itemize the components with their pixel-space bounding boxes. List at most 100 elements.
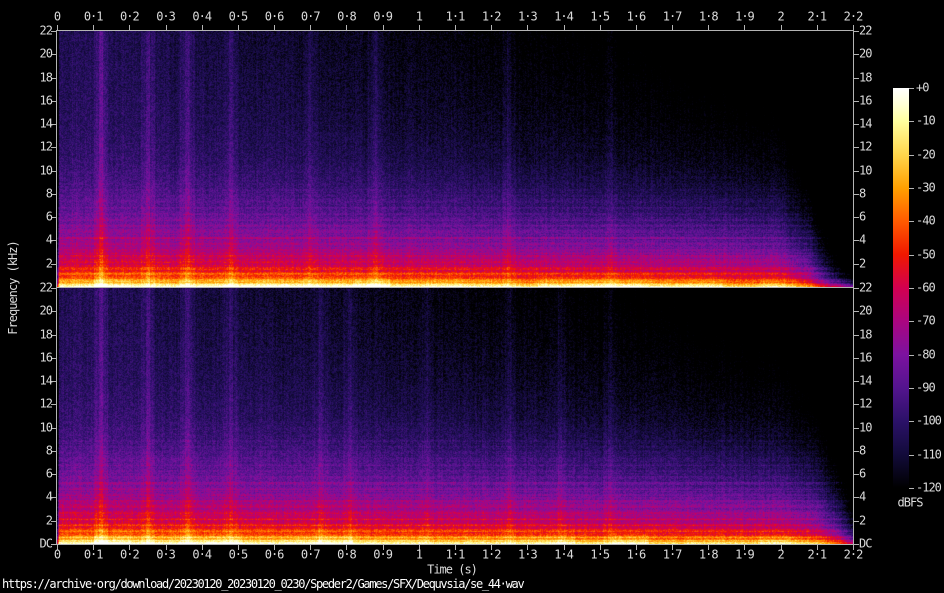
- colorbar-tick-label: -100: [916, 413, 942, 428]
- time-tick-label: 0·6: [264, 547, 285, 562]
- freq-tick-label: 22: [39, 23, 53, 38]
- time-tick-label: 0·5: [228, 547, 249, 562]
- freq-tick-label: 16: [39, 93, 53, 108]
- colorbar-tick-label: -10: [916, 113, 936, 128]
- freq-tick-label: 8: [45, 443, 53, 458]
- axis-top: [56, 30, 854, 31]
- time-tick: [635, 25, 637, 30]
- time-tick: [201, 25, 203, 30]
- freq-tick-label: 6: [859, 466, 866, 481]
- time-tick-label: 0·6: [264, 9, 285, 24]
- freq-tick-label: 20: [859, 46, 872, 61]
- time-tick: [455, 25, 456, 30]
- time-tick: [57, 25, 58, 30]
- freq-tick-label: 4: [859, 232, 866, 247]
- time-tick-label: 0·8: [337, 9, 357, 24]
- spectrogram-right-channel: [57, 288, 853, 544]
- time-tick-label: 1·9: [735, 547, 755, 562]
- frequency-axis-label: Frequency (kHz): [6, 241, 20, 335]
- time-tick-label: 0·9: [373, 547, 393, 562]
- freq-tick-label: 18: [39, 327, 53, 342]
- freq-tick-label: 2: [859, 513, 866, 528]
- freq-tick-label: 14: [859, 116, 872, 131]
- time-tick-label: 1·2: [481, 9, 502, 24]
- colorbar-tick: [909, 188, 914, 189]
- colorbar-tick: [909, 488, 914, 489]
- time-tick: [129, 25, 131, 30]
- freq-tick-label: 6: [45, 466, 53, 481]
- freq-tick-label: 2: [45, 513, 53, 528]
- freq-tick-label: 2: [45, 256, 53, 271]
- freq-tick-label: DC: [39, 536, 53, 551]
- time-tick-label: 1·5: [590, 9, 610, 24]
- time-axis-label: Time (s): [427, 562, 478, 577]
- colorbar-tick: [909, 288, 914, 289]
- freq-tick-label: 20: [859, 303, 872, 318]
- time-tick-label: 0: [53, 9, 61, 24]
- colorbar-tick: [909, 221, 914, 222]
- colorbar-tick: [909, 155, 914, 156]
- colorbar-tick-label: -30: [916, 180, 936, 195]
- colorbar-tick: [909, 255, 914, 256]
- time-tick-label: 1·7: [662, 9, 683, 24]
- freq-tick-label: 20: [39, 303, 53, 318]
- time-tick-label: 1·7: [662, 547, 683, 562]
- colorbar-tick: [909, 321, 914, 322]
- time-tick: [165, 25, 167, 30]
- freq-tick-label: 18: [39, 70, 53, 85]
- time-tick-label: 1·1: [445, 9, 466, 24]
- time-tick: [93, 25, 95, 30]
- freq-tick-label: 16: [859, 93, 872, 108]
- time-tick-label: 0·4: [192, 9, 212, 24]
- time-tick-label: 1·6: [626, 9, 647, 24]
- colorbar-tick-label: -40: [916, 213, 936, 228]
- colorbar-tick: [909, 355, 914, 356]
- time-tick: [274, 25, 276, 30]
- time-tick: [599, 25, 601, 30]
- time-tick-label: 0·8: [337, 547, 357, 562]
- spectrogram-figure: Frequency (kHz) 0 0 0·1 0·1 0·2 0·2 0·3 0·3 0·4 0…: [0, 0, 944, 593]
- colorbar-tick: [909, 455, 914, 456]
- time-tick-label: 0·1: [83, 547, 104, 562]
- time-tick-label: 2·1: [807, 547, 827, 562]
- time-tick: [527, 25, 529, 30]
- freq-tick-label: 12: [39, 396, 53, 411]
- freq-tick-label: 12: [859, 396, 872, 411]
- freq-tick-label: 22: [859, 23, 872, 38]
- freq-tick-label: 16: [39, 350, 53, 365]
- colorbar-tick: [909, 88, 914, 89]
- colorbar-tick-label: -110: [916, 447, 942, 462]
- freq-tick-label: 2: [859, 256, 866, 271]
- freq-tick-label: 18: [859, 327, 872, 342]
- freq-tick-label: 14: [859, 373, 872, 388]
- time-tick: [672, 25, 674, 30]
- time-tick: [708, 25, 710, 30]
- freq-tick-label: 18: [859, 70, 872, 85]
- colorbar-tick-label: -60: [916, 280, 936, 295]
- time-tick-label: 0·3: [156, 9, 176, 24]
- time-tick-label: 0·4: [192, 547, 212, 562]
- freq-tick-label: 10: [39, 420, 53, 435]
- time-tick-label: 1·5: [590, 547, 610, 562]
- time-tick-label: 1·4: [554, 547, 574, 562]
- time-tick-label: 0·7: [300, 9, 321, 24]
- time-tick-label: 1·4: [554, 9, 574, 24]
- colorbar-tick: [909, 421, 914, 422]
- time-tick-label: 0·3: [156, 547, 176, 562]
- time-tick: [237, 25, 239, 30]
- freq-tick-label: 4: [45, 232, 53, 247]
- freq-tick-label: 20: [39, 46, 53, 61]
- time-tick-label: 2·1: [807, 9, 827, 24]
- freq-tick-label: 22: [39, 280, 53, 295]
- time-tick-label: 1·1: [445, 547, 466, 562]
- freq-tick-label: 10: [39, 163, 53, 178]
- time-tick-label: 1: [415, 9, 423, 24]
- freq-tick-label: 6: [45, 209, 53, 224]
- colorbar-tick-label: -120: [916, 480, 942, 495]
- colorbar-unit-label: dBFS: [897, 495, 924, 510]
- time-tick-label: 0·5: [228, 9, 249, 24]
- time-tick: [853, 25, 854, 30]
- colorbar-tick: [909, 388, 914, 389]
- freq-tick-label: 10: [859, 163, 872, 178]
- colorbar-tick-label: -70: [916, 313, 936, 328]
